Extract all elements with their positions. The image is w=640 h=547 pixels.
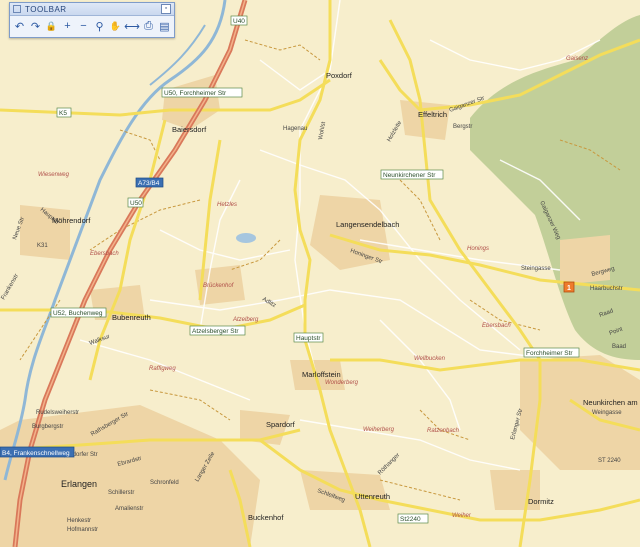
town-label: Spardorf (266, 420, 296, 429)
zoom-out-icon[interactable]: − (77, 19, 90, 33)
svg-text:Raffigweg: Raffigweg (149, 366, 176, 372)
shield-u50: U50 (127, 197, 144, 208)
undo-icon[interactable]: ↶ (13, 19, 26, 33)
shield-hauptstr: Hauptstr (293, 332, 324, 343)
shield-st2240: St2240 (397, 513, 429, 524)
svg-text:Wonderberg: Wonderberg (325, 380, 359, 386)
svg-text:Baad: Baad (612, 344, 626, 350)
shield-u50-forchheimer: U50, Forchheimer Str (161, 87, 243, 98)
collapse-icon[interactable]: ▫ (161, 4, 171, 14)
svg-text:Schronfeld: Schronfeld (150, 480, 179, 486)
town-label: Marloffstein (302, 370, 341, 379)
svg-text:Henkestr: Henkestr (67, 518, 91, 524)
svg-text:K5: K5 (59, 110, 67, 117)
svg-text:Amalienstr: Amalienstr (115, 506, 143, 512)
svg-text:Hetzles: Hetzles (217, 202, 237, 208)
shield-forchheimer: Forchheimer Str (523, 347, 580, 358)
svg-text:Ebersbach: Ebersbach (482, 323, 511, 329)
town-label: Langensendelbach (336, 220, 399, 229)
svg-text:Atzelberg: Atzelberg (232, 317, 259, 323)
svg-text:Wiesenweg: Wiesenweg (38, 172, 70, 178)
svg-text:Ebersbach: Ebersbach (90, 251, 119, 257)
svg-text:Weiher: Weiher (452, 513, 472, 519)
shield-u40: U40 (230, 15, 248, 26)
town-label: Dormitz (528, 497, 554, 506)
svg-text:U50: U50 (130, 200, 142, 207)
town-label: Buckenhof (248, 513, 284, 522)
shield-st2240-east: ST 2240 (598, 458, 621, 464)
hand-icon[interactable]: ✋ (109, 19, 122, 33)
measure-icon[interactable]: ⟷ (124, 19, 140, 33)
map-marker[interactable]: 1 (563, 281, 575, 293)
shield-atzelsberger: Atzelsberger Str (189, 325, 246, 336)
svg-text:Atzelsberger Str: Atzelsberger Str (192, 328, 239, 335)
svg-text:Forchheimer Str: Forchheimer Str (526, 350, 573, 357)
svg-text:U40: U40 (233, 18, 245, 25)
town-label: Uttenreuth (355, 492, 390, 501)
svg-text:Bergstr: Bergstr (453, 124, 472, 130)
print-icon[interactable]: ⎙ (142, 19, 155, 33)
shield-b4-frankenschnellweg: B4, Frankenschnellweg (0, 446, 75, 458)
svg-text:Honings: Honings (467, 246, 489, 252)
town-label: Bubenreuth (112, 313, 151, 322)
svg-text:K31: K31 (37, 243, 48, 249)
svg-text:B4, Frankenschnellweg: B4, Frankenschnellweg (2, 450, 70, 457)
redo-icon[interactable]: ↷ (29, 19, 42, 33)
map-canvas[interactable]: Poxdorf Effeltrich Baiersdorf Möhrendorf… (0, 0, 640, 547)
pond (236, 233, 256, 243)
zoom-in-icon[interactable]: + (61, 19, 74, 33)
pin-icon[interactable]: ⚲ (93, 19, 106, 33)
town-label: Baiersdorf (172, 125, 207, 134)
toolbar-header[interactable]: TOOLBAR ▫ (10, 3, 174, 16)
svg-text:A73/B4: A73/B4 (138, 180, 160, 187)
shield-k31: K31 (37, 243, 48, 249)
town-label: Erlangen (61, 479, 97, 489)
svg-text:Hauptstr: Hauptstr (296, 335, 321, 342)
svg-text:St2240: St2240 (400, 516, 421, 523)
svg-text:Wellbucken: Wellbucken (414, 356, 446, 362)
svg-text:Brückenhof: Brückenhof (203, 283, 235, 289)
svg-text:Gaisenz: Gaisenz (566, 56, 588, 62)
svg-text:ST 2240: ST 2240 (598, 458, 621, 464)
svg-text:Ratzenbach: Ratzenbach (427, 428, 460, 434)
svg-text:Weingasse: Weingasse (592, 410, 622, 416)
layers-icon[interactable]: ▤ (158, 19, 171, 33)
town-label: Effeltrich (418, 110, 447, 119)
toolbar-panel[interactable]: TOOLBAR ▫ ↶ ↷ 🔒 + − ⚲ ✋ ⟷ ⎙ ▤ (9, 2, 175, 38)
shield-a73-b4: A73/B4 (135, 177, 164, 188)
svg-text:Hofmannstr: Hofmannstr (67, 527, 98, 533)
shield-k5: K5 (56, 107, 72, 118)
svg-text:Schillerstr: Schillerstr (108, 490, 134, 496)
lock-icon[interactable]: 🔒 (45, 19, 58, 33)
toolbar-buttons: ↶ ↷ 🔒 + − ⚲ ✋ ⟷ ⎙ ▤ (10, 16, 174, 36)
shield-neunkirchener: Neunkirchener Str (380, 169, 444, 180)
svg-text:Haarbuchstr: Haarbuchstr (590, 286, 623, 292)
svg-text:Neunkirchener Str: Neunkirchener Str (383, 172, 436, 179)
svg-text:Burgbergstr: Burgbergstr (32, 424, 63, 430)
shield-u52-buchenweg: U52, Buchenweg (50, 307, 107, 318)
toolbar-title: TOOLBAR (25, 4, 67, 14)
svg-text:Steingasse: Steingasse (521, 266, 551, 272)
svg-text:U52, Buchenweg: U52, Buchenweg (53, 310, 103, 317)
town-label: Neunkirchen am Br (583, 398, 640, 407)
svg-text:U50, Forchheimer Str: U50, Forchheimer Str (164, 90, 227, 97)
svg-text:Weiherberg: Weiherberg (363, 427, 395, 433)
svg-text:Hagenau: Hagenau (283, 126, 307, 132)
svg-text:1: 1 (567, 285, 571, 292)
svg-text:Rudelsweiherstr: Rudelsweiherstr (36, 410, 79, 416)
grip-icon[interactable] (13, 5, 21, 13)
town-label: Poxdorf (326, 71, 353, 80)
